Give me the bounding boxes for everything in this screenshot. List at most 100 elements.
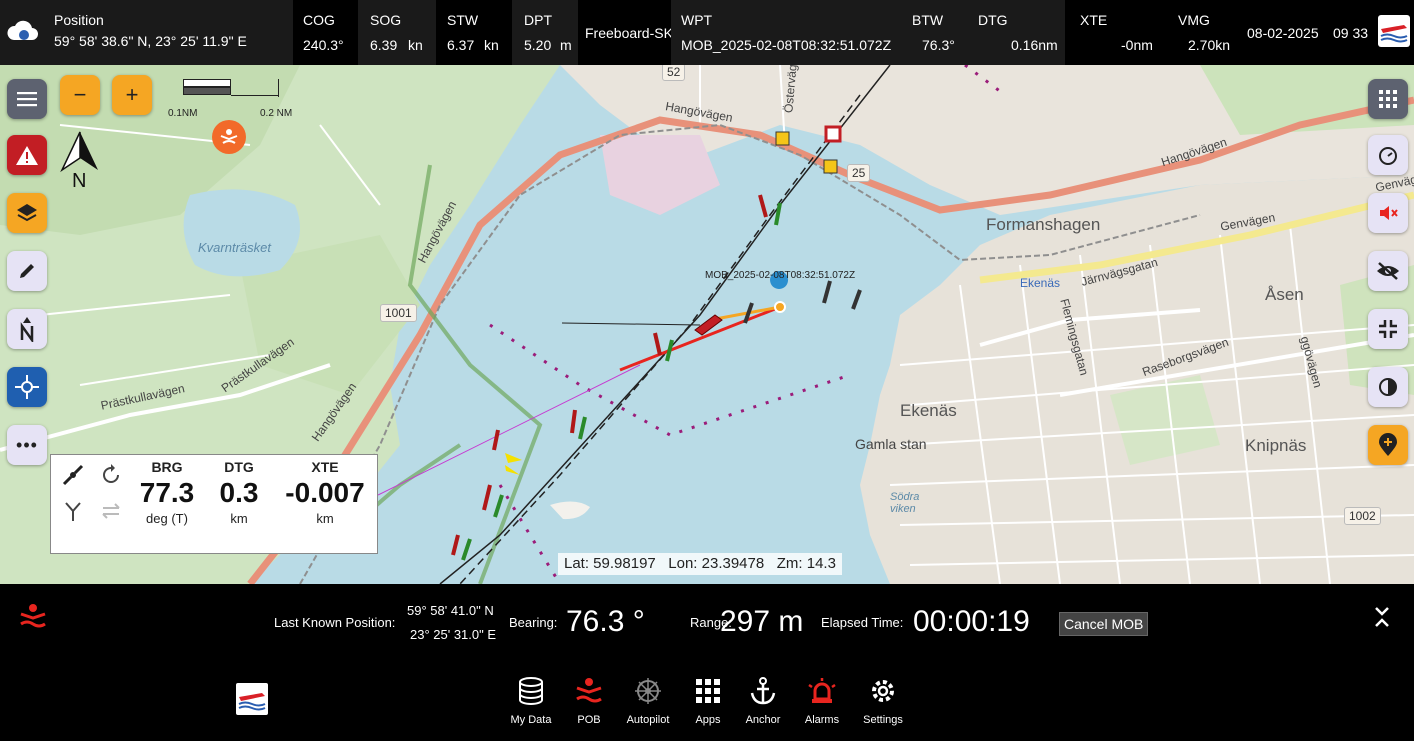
bearing-label: Bearing: — [509, 615, 558, 630]
app-logo-icon[interactable] — [1378, 15, 1410, 47]
north-label: N — [72, 170, 87, 192]
timer-button[interactable] — [1368, 135, 1408, 175]
apps-grid-icon — [696, 679, 720, 703]
sog-panel[interactable]: SOG 6.39 kn — [358, 0, 436, 65]
fullscreen-exit-button[interactable] — [1368, 309, 1408, 349]
mute-button[interactable] — [1368, 193, 1408, 233]
nav-alarms[interactable]: Alarms — [792, 676, 852, 726]
database-icon — [519, 677, 543, 705]
cancel-mob-button[interactable]: Cancel MOB — [1059, 612, 1149, 636]
vmg-label: VMG — [1178, 12, 1210, 28]
route-icon[interactable] — [61, 463, 85, 487]
fork-icon[interactable] — [61, 499, 85, 523]
wpt-value: MOB_2025-02-08T08:32:51.072Z — [681, 37, 892, 53]
vessel-panel[interactable]: Freeboard-SK — [578, 0, 676, 65]
nav-my-data[interactable]: My Data — [501, 676, 561, 726]
north-up-button[interactable] — [7, 309, 47, 349]
location-pin-icon — [1379, 433, 1397, 456]
more-button[interactable]: ••• — [7, 425, 47, 465]
sog-unit: kn — [408, 37, 423, 53]
waypoint-panel[interactable]: WPT MOB_2025-02-08T08:32:51.072Z BTW 76.… — [671, 0, 1065, 65]
dpt-value: 5.20 — [524, 37, 552, 53]
cursor-coordinates: Lat: 59.98197 Lon: 23.39478 Zm: 14.3 — [558, 553, 842, 575]
swap-icon[interactable] — [99, 499, 123, 523]
nav-settings[interactable]: Settings — [853, 676, 913, 726]
dtg-unit: km — [230, 511, 248, 526]
date-text: 08-02-2025 — [1247, 25, 1319, 41]
alarm-button[interactable] — [7, 135, 47, 175]
nav-anchor[interactable]: Anchor — [733, 676, 793, 726]
collapse-chevron-icon[interactable] — [1372, 606, 1392, 628]
pob-marker-icon[interactable] — [212, 120, 246, 154]
contrast-icon — [1379, 378, 1397, 396]
grid-icon — [1379, 90, 1397, 108]
brg-value: 77.3 — [139, 477, 195, 508]
nav-label: Autopilot — [626, 714, 670, 726]
center-vessel-button[interactable] — [7, 367, 47, 407]
vmg-value: 2.70kn — [1188, 37, 1231, 53]
wpt-label: WPT — [681, 12, 713, 28]
water-label: Kvarnträsket — [198, 240, 271, 255]
stw-value: 6.37 — [447, 37, 475, 53]
collapse-icon — [1379, 320, 1397, 338]
menu-button[interactable] — [7, 79, 47, 119]
mob-panel: Last Known Position: 59° 58' 41.0" N 23°… — [0, 584, 1414, 660]
stw-label: STW — [447, 12, 479, 28]
refresh-icon[interactable] — [99, 463, 123, 487]
xte-vmg-panel[interactable]: XTE -0nm VMG 2.70kn — [1065, 0, 1242, 65]
sog-label: SOG — [370, 12, 402, 28]
bearing-value: 76.3 ° — [566, 605, 645, 638]
dpt-panel[interactable]: DPT 5.20 m — [512, 0, 578, 65]
elapsed-label: Elapsed Time: — [821, 615, 904, 630]
position-panel[interactable]: Position 59° 58' 38.6" N, 23° 25' 11.9" … — [0, 0, 293, 65]
visibility-button[interactable] — [1368, 251, 1408, 291]
zoom-in-button[interactable]: + — [112, 75, 152, 115]
range-value: 297 m — [720, 605, 804, 638]
nav-apps[interactable]: Apps — [678, 676, 738, 726]
alarm-light-icon — [808, 678, 836, 703]
place-label: Åsen — [1265, 285, 1304, 304]
place-label: Knipnäs — [1245, 436, 1307, 455]
xte-label: XTE — [311, 459, 339, 475]
crosshair-icon — [15, 375, 39, 399]
eye-off-icon — [1377, 262, 1399, 280]
apps-grid-button[interactable] — [1368, 79, 1408, 119]
position-value: 59° 58' 38.6" N, 23° 25' 11.9" E — [54, 33, 247, 49]
zoom-out-button[interactable]: − — [60, 75, 100, 115]
instrument-bar: Position 59° 58' 38.6" N, 23° 25' 11.9" … — [0, 0, 1414, 65]
north-up-icon — [20, 317, 34, 342]
helm-icon — [635, 678, 661, 704]
road-number: 52 — [662, 65, 686, 81]
nav-autopilot[interactable]: Autopilot — [618, 676, 678, 726]
course-widget: BRG 77.3 deg (T) DTG 0.3 km XTE -0.007 k… — [50, 454, 378, 554]
road-number: 1002 — [1344, 507, 1381, 525]
north-arrow-icon — [60, 131, 98, 173]
more-icon: ••• — [16, 434, 38, 455]
dpt-label: DPT — [524, 12, 552, 28]
nav-label: Settings — [863, 714, 903, 726]
btw-value: 76.3° — [922, 37, 955, 53]
widget-dtg: DTG 0.3 km — [211, 459, 267, 526]
cog-panel[interactable]: COG 240.3° — [293, 0, 363, 65]
xte-unit: km — [316, 511, 334, 526]
timer-icon — [1379, 147, 1397, 165]
nav-label: Apps — [695, 714, 721, 726]
draw-button[interactable] — [7, 251, 47, 291]
speaker-muted-icon — [1380, 206, 1398, 220]
layers-button[interactable] — [7, 193, 47, 233]
cloud-icon — [5, 16, 41, 46]
add-waypoint-button[interactable] — [1368, 425, 1408, 465]
nav-pob[interactable]: POB — [559, 676, 619, 726]
dtg-value: 0.16nm — [1011, 37, 1058, 53]
app-logo-icon[interactable] — [236, 683, 268, 715]
place-label: Ekenäs — [900, 401, 957, 420]
mob-waypoint-label: MOB_2025-02-08T08:32:51.072Z — [705, 270, 856, 281]
person-overboard-icon — [576, 678, 602, 703]
scale-bar — [183, 77, 283, 101]
chart-map[interactable]: Formanshagen Ekenäs Åsen Ekenäs Gamla st… — [0, 65, 1414, 584]
night-mode-button[interactable] — [1368, 367, 1408, 407]
anchor-icon — [750, 677, 776, 705]
stw-panel[interactable]: STW 6.37 kn — [436, 0, 512, 65]
mob-icon[interactable] — [18, 602, 48, 630]
hamburger-icon — [17, 92, 37, 107]
